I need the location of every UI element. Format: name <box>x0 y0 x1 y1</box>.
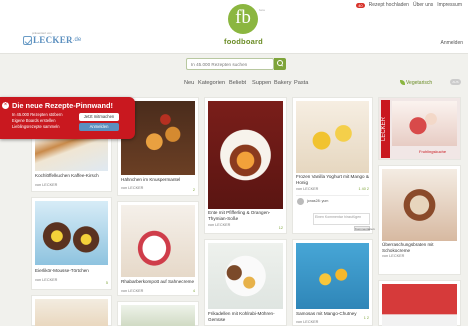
magazine-cover-image[interactable] <box>392 101 457 146</box>
join-button[interactable]: Jetzt mitmachen <box>79 113 119 121</box>
pin-count: 5 <box>105 281 108 285</box>
link-imprint[interactable]: Impressum <box>437 2 462 8</box>
pin-count: 2 <box>192 188 195 192</box>
lecker-logo[interactable]: LECKER .de <box>23 34 81 46</box>
close-icon[interactable]: × <box>2 102 9 109</box>
recipe-author[interactable]: von LECKER <box>296 320 318 324</box>
recipe-card[interactable]: Ente mit Pfifferling & Orangen-Thymian-S… <box>204 97 287 234</box>
notification-count[interactable]: 40 <box>356 2 365 8</box>
login-link[interactable]: Anmelden <box>440 40 463 46</box>
brand-name[interactable]: foodboard <box>224 37 263 46</box>
recipe-title[interactable]: Frikadellen mit Kohlrabi-Möhren-Gemüse <box>208 311 283 323</box>
leaf-icon <box>400 80 405 85</box>
pin-count: 4 <box>192 289 195 293</box>
recipe-image[interactable] <box>121 305 195 326</box>
search-button[interactable] <box>274 58 286 70</box>
comment-input[interactable]: Einen Kommentar hinzufügen <box>313 213 370 225</box>
magazine-card[interactable]: LECKER Fruhlingskuche <box>378 97 461 160</box>
recipe-card[interactable]: Rhabarberkompott auf Sahnecreme von LECK… <box>117 201 199 296</box>
recipe-title[interactable]: Samosas mit Mango-Chutney <box>296 311 369 317</box>
beta-label: beta <box>259 8 265 12</box>
link-about[interactable]: Über uns <box>413 2 433 8</box>
comment-button[interactable]: Kommentieren <box>354 226 375 231</box>
popup-line: Eigene Boards erstellen <box>12 118 56 123</box>
magazine-tagline: Fruhlingskuche <box>419 149 447 154</box>
recipe-author[interactable]: von LECKER <box>208 223 230 227</box>
recipe-author[interactable]: von LECKER <box>382 254 404 258</box>
recipe-title[interactable]: Überraschungsbraten mit Schokocreme <box>382 242 457 254</box>
recipe-image[interactable] <box>382 284 457 326</box>
recipe-title[interactable]: Rhabarberkompott auf Sahnecreme <box>121 279 194 285</box>
recipe-card[interactable] <box>31 295 112 326</box>
recipe-image[interactable] <box>296 101 369 173</box>
recipe-image[interactable] <box>208 101 283 209</box>
nav-item-bakery[interactable]: Bakery <box>274 80 291 86</box>
nav-item-pasta[interactable]: Pasta <box>294 80 308 86</box>
recipe-card[interactable] <box>378 280 461 326</box>
recipe-image[interactable] <box>35 299 108 326</box>
foodboard-logo[interactable]: fb <box>228 4 258 34</box>
pin-count: 1 2 <box>363 316 369 320</box>
comment-text: jonas28: yum <box>307 199 329 203</box>
recipe-image[interactable] <box>35 201 108 265</box>
recipe-title[interactable]: Frozen Vanilla Yoghurt mit Mango & Honig <box>296 174 369 186</box>
recipe-author[interactable]: von LECKER <box>35 183 57 187</box>
recipe-card[interactable]: Samosas mit Mango-Chutney von LECKER 1 2 <box>292 239 373 326</box>
nav-item-soups[interactable]: Suppen <box>252 80 271 86</box>
recipe-card[interactable]: Frikadellen mit Kohlrabi-Möhren-Gemüse <box>204 239 287 326</box>
recipe-image[interactable] <box>296 243 369 309</box>
recipe-card[interactable]: Eierlikör-Mousse-Törtchen von LECKER 5 <box>31 197 112 290</box>
category-nav: Neu Kategorien Beliebt Suppen Bakery Pas… <box>0 76 468 89</box>
pin-count: 1 40 2 <box>358 187 369 191</box>
recipe-title[interactable]: Eierlikör-Mousse-Törtchen <box>35 268 89 274</box>
avatar[interactable] <box>297 198 304 205</box>
nav-item-new[interactable]: Neu <box>184 80 194 86</box>
recipe-author[interactable]: von LECKER <box>296 187 318 191</box>
divider <box>296 195 369 196</box>
recipe-image[interactable] <box>121 205 195 277</box>
recipe-author[interactable]: von LECKER <box>35 278 57 282</box>
nav-item-popular[interactable]: Beliebt <box>229 80 246 86</box>
nav-item-categories[interactable]: Kategorien <box>198 80 225 86</box>
recipe-author[interactable]: von LECKER <box>121 186 143 190</box>
recipe-image[interactable] <box>382 169 457 241</box>
magazine-title: LECKER <box>381 100 390 158</box>
search-input[interactable]: In 45.000 Rezepten suchen <box>186 58 274 70</box>
recipe-title[interactable]: Ente mit Pfifferling & Orangen-Thymian-S… <box>208 210 283 222</box>
pin-count: 12 <box>278 226 283 230</box>
popup-title: Die neue Rezepte-Pinnwand! <box>12 101 114 110</box>
popup-line: In 45.000 Rezepten stöbern <box>12 112 63 117</box>
top-links: 40 Rezept hochladen Über uns Impressum <box>356 2 462 8</box>
recipe-image[interactable] <box>208 243 283 309</box>
recipe-card[interactable] <box>117 301 199 326</box>
login-button[interactable]: Anmelden <box>79 123 119 131</box>
header-divider <box>0 53 468 54</box>
chef-hat-icon <box>23 35 32 45</box>
vegetarian-label: Vegetarisch <box>406 80 433 86</box>
link-upload-recipe[interactable]: Rezept hochladen <box>369 2 409 8</box>
recipe-title[interactable]: Kochlöffelkuchen Kaffee-Kirsch <box>35 173 99 179</box>
recipe-author[interactable]: von LECKER <box>121 289 143 293</box>
recipe-title[interactable]: Hähnchen im Knuspermantel <box>121 177 180 183</box>
popup-line: Lieblingsrezepte sammeln <box>12 124 60 129</box>
vegetarian-toggle[interactable]: AUS <box>450 79 461 85</box>
recipe-card[interactable]: Überraschungsbraten mit Schokocreme von … <box>378 165 461 275</box>
